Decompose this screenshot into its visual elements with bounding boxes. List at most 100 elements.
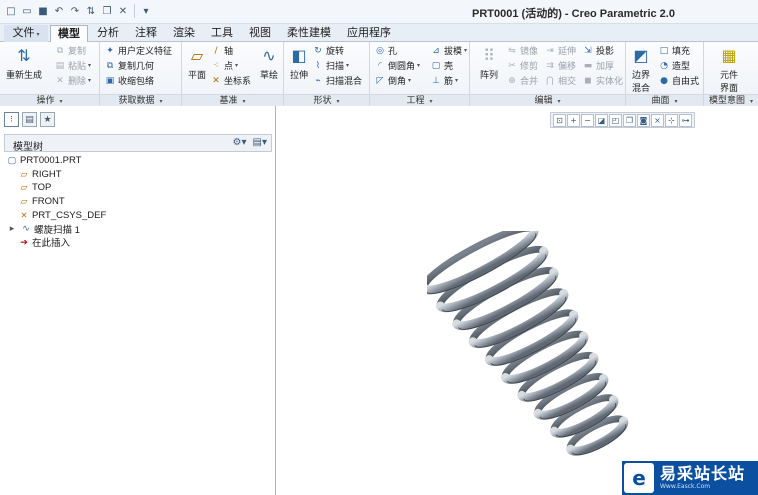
group-label-operations[interactable]: 操作 ▾ xyxy=(0,94,99,106)
tree-item-helical-sweep[interactable]: ▸ ∿ 螺旋扫描 1 xyxy=(6,222,106,236)
extend-button[interactable]: ⇥ 延伸 xyxy=(544,44,576,58)
helical-spring-model[interactable] xyxy=(427,231,647,471)
tab-analysis[interactable]: 分析 xyxy=(90,25,126,42)
show-icon[interactable]: ▤▾ xyxy=(253,137,267,148)
zoom-out-icon[interactable]: − xyxy=(581,114,594,127)
udf-button[interactable]: ✦ 用户定义特征 xyxy=(104,44,172,58)
tab-tools[interactable]: 工具 xyxy=(204,25,240,42)
copy-icon: ⧉ xyxy=(56,45,64,56)
tree-item-csys[interactable]: ⨯ PRT_CSYS_DEF xyxy=(6,208,106,222)
group-model-intent: ▦ 元件 界面 模型意图 ▾ xyxy=(704,42,758,106)
graphics-window[interactable]: ⊡ + − ◪ ◰ ❐ ◙ ⨯ ⊹ ⊶ e 易采站长站 Www.Easck.Co… xyxy=(277,106,758,495)
project-button[interactable]: ⇲ 投影 xyxy=(582,44,614,58)
datum-display-icon[interactable]: ⨯ xyxy=(651,114,664,127)
settings-icon[interactable]: ⚙▾ xyxy=(233,137,247,148)
tree-item-top[interactable]: ▱ TOP xyxy=(6,181,106,195)
reorient-icon[interactable]: ◰ xyxy=(609,114,622,127)
regenerate-icon[interactable]: ⇅ xyxy=(84,4,98,18)
tab-view[interactable]: 视图 xyxy=(242,25,278,42)
axis-button[interactable]: / 轴 xyxy=(210,44,233,58)
solidify-button[interactable]: ◼ 实体化 xyxy=(582,74,623,88)
group-label-shapes[interactable]: 形状 ▾ xyxy=(284,94,369,106)
expand-icon[interactable]: ▸ xyxy=(6,223,18,234)
fill-button[interactable]: □ 填充 xyxy=(658,44,690,58)
delete-button[interactable]: ✕ 删除 ▾ xyxy=(54,74,91,88)
tree-item-part[interactable]: ▢ PRT0001.PRT xyxy=(6,154,106,168)
windows-icon[interactable]: ❐ xyxy=(100,4,114,18)
new-icon[interactable]: □ xyxy=(4,4,18,18)
refit-icon[interactable]: ⊡ xyxy=(553,114,566,127)
group-label-engineering[interactable]: 工程 ▾ xyxy=(370,94,469,106)
group-label-editing[interactable]: 编辑 ▾ xyxy=(470,94,625,106)
display-style-icon[interactable]: ◙ xyxy=(637,114,650,127)
offset-button[interactable]: ⇉ 偏移 xyxy=(544,59,576,73)
extrude-button[interactable]: ◧ 拉伸 xyxy=(288,44,310,82)
spin-center-icon[interactable]: ⊹ xyxy=(665,114,678,127)
tab-render[interactable]: 渲染 xyxy=(166,25,202,42)
shell-button[interactable]: ▢ 壳 xyxy=(430,59,453,73)
group-label-surfaces[interactable]: 曲面 ▾ xyxy=(626,94,703,106)
round-button[interactable]: ◜ 倒圆角 ▾ xyxy=(374,59,420,73)
tree-item-insert-here[interactable]: ➔ 在此插入 xyxy=(6,236,106,250)
close-window-icon[interactable]: ✕ xyxy=(116,4,130,18)
point-button[interactable]: ⁖ 点 ▾ xyxy=(210,59,238,73)
axis-icon: / xyxy=(214,45,218,56)
paste-button[interactable]: ▤ 粘贴 ▾ xyxy=(54,59,91,73)
hole-button[interactable]: ◎ 孔 xyxy=(374,44,397,58)
revolve-icon: ↻ xyxy=(314,45,322,56)
watermark-name: 易采站长站 xyxy=(660,464,746,483)
style-button[interactable]: ◔ 造型 xyxy=(658,59,690,73)
undo-icon[interactable]: ↶ xyxy=(52,4,66,18)
model-tree-tab-icon[interactable]: ⁝ xyxy=(4,112,19,127)
trim-button[interactable]: ✂ 修剪 xyxy=(506,59,538,73)
draft-icon: ⊿ xyxy=(432,45,440,56)
chamfer-button[interactable]: ◸ 倒角 ▾ xyxy=(374,74,412,88)
component-interface-button[interactable]: ▦ 元件 界面 xyxy=(718,44,740,95)
project-icon: ⇲ xyxy=(584,45,592,56)
swept-blend-button[interactable]: ⌁ 扫描混合 xyxy=(312,74,362,88)
tab-model[interactable]: 模型 xyxy=(50,25,88,42)
copy-button[interactable]: ⧉ 复制 xyxy=(54,44,86,58)
quick-access-toolbar: □ ▭ ■ ↶ ↷ ⇅ ❐ ✕ ▾ xyxy=(4,4,153,18)
draft-button[interactable]: ⊿ 拔模 ▾ xyxy=(430,44,467,58)
tab-file[interactable]: 文件 ▾ xyxy=(4,25,48,42)
tab-flexible-modeling[interactable]: 柔性建模 xyxy=(280,25,338,42)
intersect-button[interactable]: ⋂ 相交 xyxy=(544,74,576,88)
freestyle-button[interactable]: ● 自由式 xyxy=(658,74,699,88)
save-icon[interactable]: ■ xyxy=(36,4,50,18)
repaint-icon[interactable]: ◪ xyxy=(595,114,608,127)
tree-item-right[interactable]: ▱ RIGHT xyxy=(6,168,106,182)
zoom-in-icon[interactable]: + xyxy=(567,114,580,127)
annotation-display-icon[interactable]: ⊶ xyxy=(679,114,692,127)
csys-button[interactable]: ✕ 坐标系 xyxy=(210,74,251,88)
group-engineering: ◎ 孔 ◜ 倒圆角 ▾ ◸ 倒角 ▾ ⊿ 拔模 ▾ ▢ 壳 ⊥ 筋 ▾ 工程 ▾ xyxy=(370,42,470,106)
boundary-blend-button[interactable]: ◩ 边界 混合 xyxy=(630,44,652,95)
shrinkwrap-button[interactable]: ▣ 收缩包络 xyxy=(104,74,154,88)
redo-icon[interactable]: ↷ xyxy=(68,4,82,18)
sweep-button[interactable]: ⌇ 扫描 ▾ xyxy=(312,59,349,73)
open-icon[interactable]: ▭ xyxy=(20,4,34,18)
swept-blend-icon: ⌁ xyxy=(315,75,321,86)
pattern-button[interactable]: ⠿ 阵列 xyxy=(478,44,500,82)
sketch-button[interactable]: ∿ 草绘 xyxy=(258,44,280,82)
thicken-button[interactable]: ▬ 加厚 xyxy=(582,59,614,73)
group-operations: ⇅ 重新生成 ⧉ 复制 ▤ 粘贴 ▾ ✕ 删除 ▾ 操作 ▾ xyxy=(0,42,100,106)
tab-annotate[interactable]: 注释 xyxy=(128,25,164,42)
mirror-button[interactable]: ⇋ 镜像 xyxy=(506,44,538,58)
copy-geometry-icon: ⧉ xyxy=(106,60,114,71)
merge-button[interactable]: ⊕ 合并 xyxy=(506,74,538,88)
tree-item-front[interactable]: ▱ FRONT xyxy=(6,195,106,209)
favorites-tab-icon[interactable]: ★ xyxy=(40,112,55,127)
customize-icon[interactable]: ▾ xyxy=(139,4,153,18)
revolve-button[interactable]: ↻ 旋转 xyxy=(312,44,344,58)
rib-button[interactable]: ⊥ 筋 ▾ xyxy=(430,74,458,88)
copy-geometry-button[interactable]: ⧉ 复制几何 xyxy=(104,59,154,73)
group-label-get-data[interactable]: 获取数据 ▾ xyxy=(100,94,181,106)
group-label-datum[interactable]: 基准 ▾ xyxy=(182,94,283,106)
plane-button[interactable]: ▱ 平面 xyxy=(186,44,208,82)
folder-browser-tab-icon[interactable]: ▤ xyxy=(22,112,37,127)
group-label-model-intent[interactable]: 模型意图 ▾ xyxy=(704,94,758,106)
tab-applications[interactable]: 应用程序 xyxy=(340,25,398,42)
saved-views-icon[interactable]: ❐ xyxy=(623,114,636,127)
regenerate-button[interactable]: ⇅ 重新生成 xyxy=(6,44,42,82)
